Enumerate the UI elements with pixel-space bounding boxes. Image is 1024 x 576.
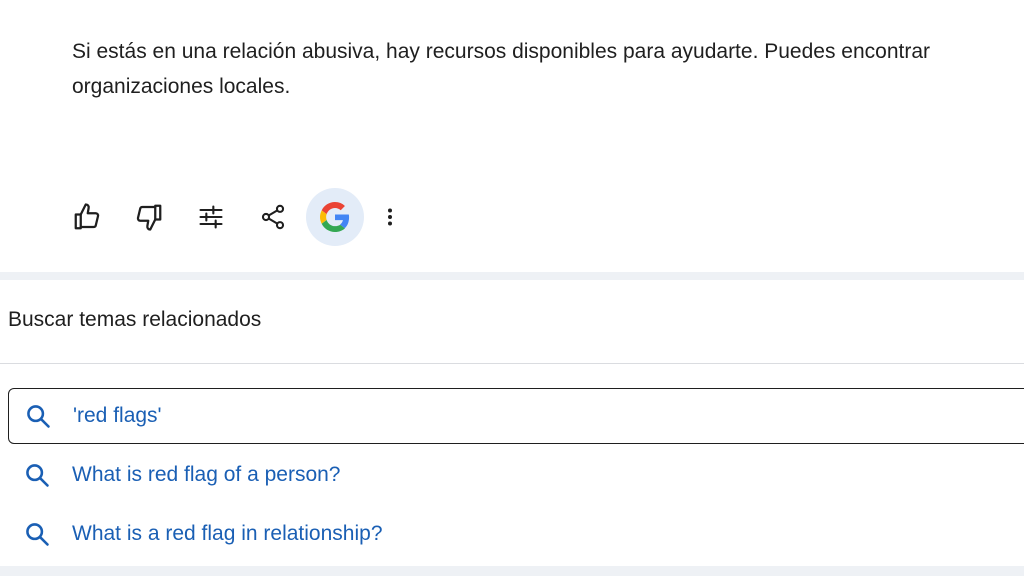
related-search-text: What is a red flag in relationship? [72, 522, 383, 545]
thumbs-up-icon [74, 203, 100, 230]
related-search-item[interactable]: What is red flag of a person? [8, 447, 1024, 503]
share-icon [261, 204, 285, 230]
search-icon [23, 401, 53, 431]
response-line-1: Si estás en una relación abusiva, hay re… [72, 40, 931, 63]
google-check-icon [320, 202, 350, 232]
related-search-item[interactable]: What is a red flag in relationship? [8, 506, 1024, 562]
response-text: Si estás en una relación abusiva, hay re… [72, 34, 1024, 104]
response-page: Si estás en una relación abusiva, hay re… [0, 0, 1024, 576]
response-line-2: organizaciones locales. [72, 75, 291, 98]
share-button[interactable] [244, 188, 302, 246]
double-check-response-button[interactable] [306, 188, 364, 246]
related-search-item[interactable]: 'red flags' [8, 388, 1024, 444]
more-vert-icon [388, 208, 392, 226]
related-search-text: 'red flags' [73, 404, 162, 427]
related-topics-separator [0, 363, 1024, 364]
modify-response-icon [199, 205, 223, 229]
modify-response-button[interactable] [182, 188, 240, 246]
bad-response-button[interactable] [120, 188, 178, 246]
thumbs-down-icon [136, 204, 162, 231]
response-toolbar [58, 188, 416, 246]
bottom-divider [0, 566, 1024, 576]
search-icon [22, 460, 52, 490]
good-response-button[interactable] [58, 188, 116, 246]
more-options-button[interactable] [368, 188, 412, 246]
search-icon [22, 519, 52, 549]
related-search-text: What is red flag of a person? [72, 463, 341, 486]
section-divider [0, 272, 1024, 280]
related-topics-title: Buscar temas relacionados [8, 308, 262, 331]
